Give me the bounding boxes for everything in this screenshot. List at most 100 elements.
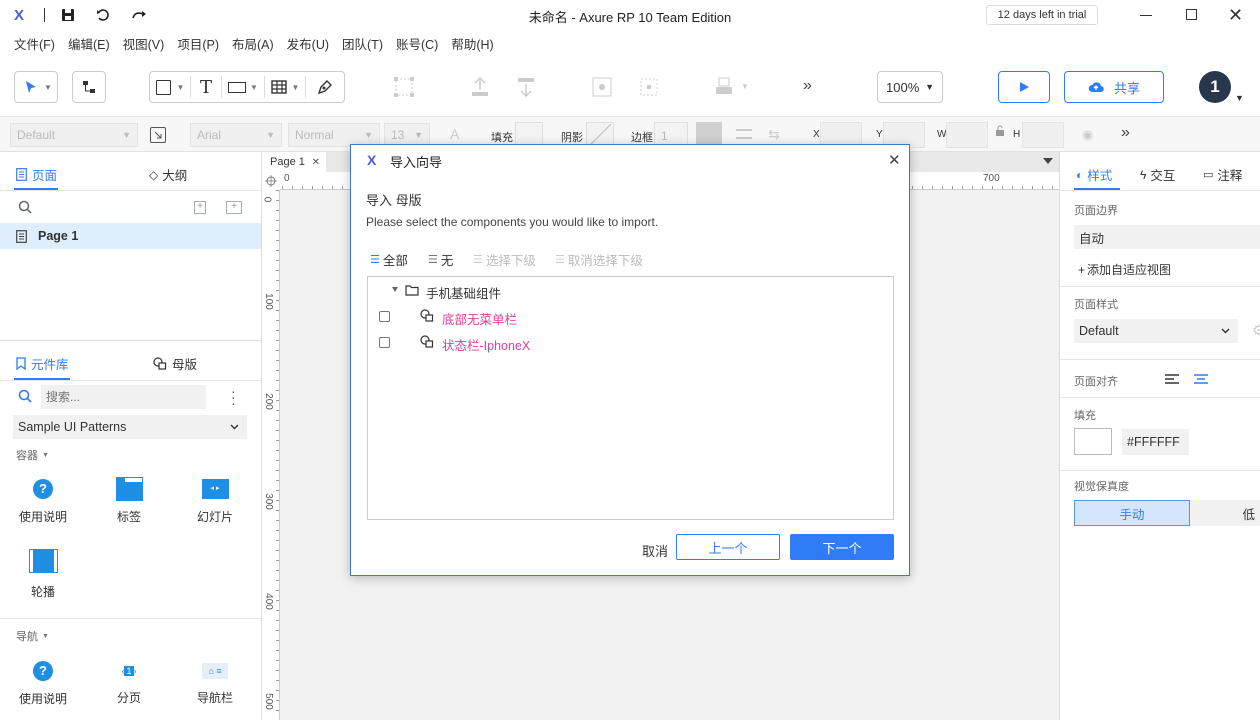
previous-button[interactable]: 上一个 (676, 534, 780, 560)
list-icon: ☰ (428, 254, 438, 266)
ungroup-icon[interactable] (637, 75, 661, 99)
select-tool-button[interactable]: ▼ (14, 71, 58, 103)
account-chevron-icon[interactable]: ▼ (1235, 93, 1244, 103)
rectangle-tool-icon[interactable]: ▼ (150, 79, 190, 95)
page-fill-hex-input[interactable]: #FFFFFF (1122, 429, 1189, 455)
dialog-description: Please select the components you would l… (366, 215, 659, 229)
more-props-icon[interactable]: » (1121, 124, 1130, 142)
menu-item[interactable]: 发布(U) (287, 34, 329, 53)
page-icon (16, 229, 27, 243)
tab-pages[interactable]: 页面 (16, 165, 57, 184)
text-tool-icon[interactable]: T (191, 77, 221, 98)
tab-masters[interactable]: 母版 (153, 354, 197, 373)
master-checkbox[interactable] (379, 337, 390, 348)
minimize-icon[interactable] (1140, 15, 1152, 16)
visibility-icon[interactable]: ◉ (1082, 127, 1093, 143)
fidelity-low-button[interactable]: 低 (1190, 500, 1260, 526)
tab-notes[interactable]: ▭ 注释 (1203, 165, 1242, 184)
library-search-icon[interactable] (18, 389, 32, 403)
lock-align-icon[interactable]: ▼ (713, 75, 749, 97)
align-left-icon[interactable] (1164, 373, 1180, 385)
library-item-tabs[interactable]: 标签 (89, 477, 169, 525)
tabs-icon (115, 477, 143, 501)
input-tool-icon[interactable]: ▼ (222, 81, 264, 93)
library-item-pagination[interactable]: ‹ 1 › 分页 (89, 660, 169, 706)
add-page-icon[interactable]: + (194, 201, 206, 214)
next-button[interactable]: 下一个 (790, 534, 894, 560)
expand-chevron-icon[interactable] (392, 287, 398, 292)
trial-badge[interactable]: 12 days left in trial (986, 5, 1098, 25)
cancel-button[interactable]: 取消 (642, 541, 668, 560)
menu-item[interactable]: 布局(A) (232, 34, 274, 53)
preview-button[interactable] (998, 71, 1050, 103)
style-dropdown[interactable]: Default ▼ (10, 123, 138, 147)
send-back-icon[interactable] (514, 75, 538, 99)
more-tools-icon[interactable]: » (803, 77, 812, 95)
pen-tool-icon[interactable] (306, 78, 344, 96)
page-list-item[interactable]: Page 1 (0, 223, 261, 249)
group-icon[interactable] (392, 75, 416, 99)
library-item-nav-usage[interactable]: ? 使用说明 (3, 660, 83, 707)
add-folder-icon[interactable]: + (226, 201, 242, 214)
style-manager-icon[interactable]: ⚙ (1252, 322, 1260, 339)
connector-tool-button[interactable] (72, 71, 106, 103)
tab-page-1[interactable]: Page 1 ✕ (262, 152, 326, 172)
select-all-button[interactable]: ☰ 全部 (370, 250, 408, 269)
master-item-label[interactable]: 状态栏-IphoneX (442, 335, 530, 354)
dialog-close-icon[interactable]: ✕ (888, 151, 901, 169)
library-item-navbar[interactable]: ⌂ ≡ 导航栏 (175, 660, 255, 706)
slideshow-icon: ◂ ▸ (201, 479, 229, 499)
menu-item[interactable]: 项目(P) (177, 34, 219, 53)
line-style-icon[interactable] (736, 129, 752, 139)
text-color-icon[interactable]: A (450, 126, 459, 142)
zoom-select[interactable]: 100% ▼ (877, 71, 943, 103)
font-dropdown[interactable]: Arial ▼ (190, 123, 282, 147)
tab-outline[interactable]: ◇ 大纲 (149, 165, 187, 184)
bring-front-icon[interactable] (468, 75, 492, 99)
left-panel: 页面 ◇ 大纲 + + Page 1 元件库 母版 ··· Sample UI … (0, 152, 262, 720)
select-none-button[interactable]: ☰ 无 (428, 250, 453, 269)
section-navigation[interactable]: 导航 ▼ (16, 628, 49, 644)
ruler-corner-icon[interactable] (262, 172, 280, 190)
menu-item[interactable]: 视图(V) (123, 34, 165, 53)
tab-interactions[interactable]: ϟ 交互 (1140, 165, 1175, 184)
arrow-style-icon[interactable]: ⇆ (768, 126, 780, 143)
page-fill-swatch[interactable] (1074, 428, 1112, 455)
page-bounds-select[interactable]: 自动 (1074, 225, 1260, 249)
menu-item[interactable]: 文件(F) (14, 34, 55, 53)
h-input[interactable] (1022, 122, 1064, 148)
library-select[interactable]: Sample UI Patterns (13, 415, 247, 439)
master-item-label[interactable]: 底部无菜单栏 (442, 309, 517, 328)
menu-item[interactable]: 帮助(H) (451, 34, 493, 53)
table-tool-icon[interactable]: ▼ (265, 80, 305, 94)
section-container[interactable]: 容器 ▼ (16, 447, 49, 463)
align-center-icon[interactable] (1193, 373, 1209, 385)
lock-ratio-icon[interactable] (995, 125, 1005, 137)
library-search-input[interactable] (41, 385, 206, 409)
library-item-slideshow[interactable]: ◂ ▸ 幻灯片 (175, 477, 255, 525)
distribute-icon[interactable] (590, 75, 614, 99)
deselect-children-button[interactable]: ☰ 取消选择下级 (555, 250, 643, 269)
library-item-carousel[interactable]: 轮播 (3, 549, 83, 600)
close-tab-icon[interactable]: ✕ (312, 157, 320, 168)
library-item-usage[interactable]: ? 使用说明 (3, 477, 83, 525)
tab-list-chevron-icon[interactable] (1043, 158, 1053, 164)
maximize-icon[interactable] (1186, 9, 1197, 20)
tab-library[interactable]: 元件库 (16, 354, 69, 373)
share-button[interactable]: 共享 (1064, 71, 1164, 103)
style-editor-icon[interactable] (150, 127, 166, 143)
fidelity-manual-button[interactable]: 手动 (1074, 500, 1190, 526)
close-icon[interactable]: ✕ (1228, 6, 1243, 24)
menu-item[interactable]: 团队(T) (342, 34, 383, 53)
tab-style[interactable]: ◐ 样式 (1076, 165, 1112, 184)
menu-item[interactable]: 账号(C) (396, 34, 438, 53)
master-checkbox[interactable] (379, 311, 390, 322)
select-children-button[interactable]: ☰ 选择下级 (473, 250, 536, 269)
more-options-icon[interactable]: · · · (231, 384, 236, 410)
avatar[interactable]: 1 (1199, 71, 1231, 103)
add-adaptive-view-link[interactable]: + 添加自适应视图 (1078, 261, 1171, 278)
page-style-select[interactable]: Default (1074, 319, 1238, 343)
search-icon[interactable] (18, 200, 32, 214)
w-input[interactable] (946, 122, 988, 148)
menu-item[interactable]: 编辑(E) (68, 34, 110, 53)
